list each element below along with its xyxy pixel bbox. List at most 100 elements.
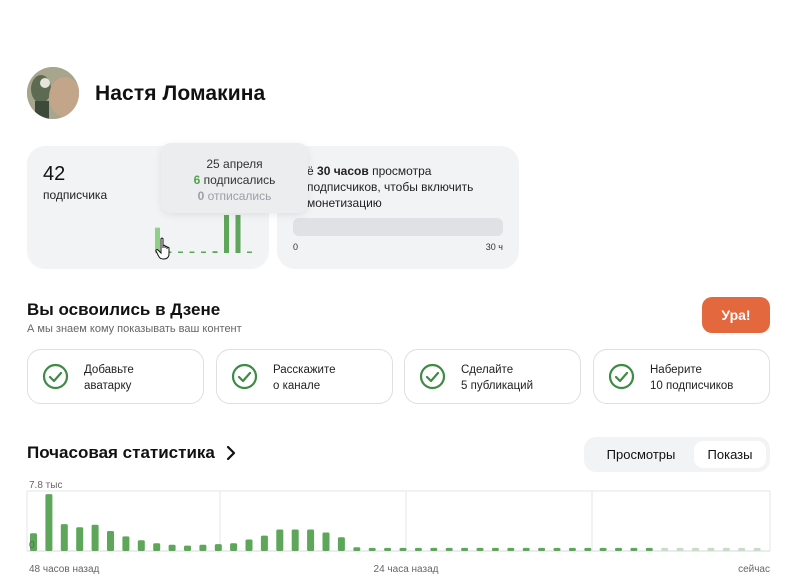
onboarding-title: Вы освоились в Дзене [27,300,221,319]
tooltip-unsubscribed: 0 отписались [161,188,308,204]
check-circle-icon [608,363,635,390]
chart-bar [738,547,746,551]
task-label-line2: 5 публикаций [461,380,534,392]
task-describe-channel[interactable]: Расскажите о канале [216,349,393,404]
x-axis-label: 48 часов назад [29,564,100,575]
task-five-publications[interactable]: Сделайте 5 публикаций [404,349,581,404]
tab-impressions[interactable]: Показы [694,441,766,468]
chart-bar [461,547,469,551]
subscribers-label: подписчика [43,188,108,202]
chart-tooltip: 25 апреля 6 подписались 0 отписались [161,143,308,213]
chart-bar [584,547,592,551]
chevron-right-icon[interactable] [224,445,238,461]
task-label-line1: Добавьте [84,364,134,376]
chart-bar [507,547,515,551]
chart-bar [538,547,546,551]
chart-bar [599,547,607,551]
check-circle-icon [42,363,69,390]
chart-bar [414,547,422,551]
mini-chart-bar [178,251,183,253]
tooltip-unsubscribed-text: отписались [207,189,272,203]
avatar[interactable] [27,67,79,119]
chart-bar [199,544,207,551]
chart-bar [630,547,638,551]
tab-views[interactable]: Просмотры [590,441,692,468]
check-circle-icon [231,363,258,390]
mini-chart-bar [235,215,241,253]
task-label-line2: о канале [273,380,321,392]
chart-bar [184,545,191,551]
hourly-bar-chart[interactable]: 7.8 тыс 0 48 часов назад 24 часа назад сейча… [0,476,800,583]
mini-chart-bar [224,215,229,253]
chart-bar [445,547,453,551]
tooltip-unsubscribed-count: 0 [197,189,205,203]
chart-bar [615,547,622,551]
task-ten-subscribers[interactable]: Наберите 10 подписчиков [593,349,770,404]
task-label-line2: аватарку [84,380,132,392]
tooltip-date: 25 апреля [206,157,263,171]
task-label: Наберите 10 подписчиков [650,362,765,394]
chart-bar [368,547,376,551]
task-label-line1: Расскажите [273,364,336,376]
y-axis-min-label: 0 [29,540,35,551]
chart-bar [645,547,653,551]
chart-bar [568,547,576,551]
chart-bar [353,547,361,551]
mini-chart-bar [201,251,206,253]
progress-min-label: 0 [293,242,299,252]
tooltip-subscribed-count: 6 [193,173,201,187]
chart-bar [553,547,561,551]
chart-bar [122,536,130,551]
x-axis-label: сейчас [738,564,770,575]
chart-bar [322,532,330,551]
chart-bar [291,529,299,551]
mini-chart-bar [212,251,218,253]
chart-bar [384,547,392,551]
chart-bar [45,494,53,551]
monetization-text-prefix: ё [307,164,314,178]
hourly-stats-title[interactable]: Почасовая статистика [27,443,215,463]
chart-bar [337,537,345,551]
chart-bar [722,547,730,551]
chart-bar [91,524,99,551]
user-name[interactable]: Настя Ломакина [95,82,265,106]
task-label-line1: Сделайте [461,364,514,376]
mini-chart-bar [247,251,252,253]
chart-bar [260,535,268,551]
chart-bar [491,547,499,551]
tooltip-subscribed-text: подписались [203,173,276,187]
y-axis-max-label: 7.8 тыс [29,480,62,491]
monetization-hours: 30 часов [317,164,369,178]
hooray-button[interactable]: Ура! [702,297,770,333]
tooltip-subscribed: 6 подписались [161,172,308,188]
hand-cursor-icon [155,237,170,260]
chart-bar [230,543,238,551]
task-label-line2: 10 подписчиков [650,380,734,392]
chart-bar [661,547,669,551]
chart-bar [476,547,484,551]
chart-bar [430,547,438,551]
chart-bar [522,547,530,551]
task-add-avatar[interactable]: Добавьте аватарку [27,349,204,404]
subscribers-count: 42 [43,163,66,185]
chart-bar [76,527,84,551]
task-label: Добавьте аватарку [84,362,199,394]
chart-bar [676,547,684,551]
chart-bar [214,544,222,551]
mini-chart-bar [189,251,195,253]
task-label: Сделайте 5 публикаций [461,362,576,394]
monetization-text: ё 30 часов просмотра подписчиков, чтобы … [307,163,507,211]
monetization-card[interactable]: ё 30 часов просмотра подписчиков, чтобы … [277,146,519,269]
chart-bar [753,547,761,551]
progress-max-label: 30 ч [485,242,503,252]
chart-bar [168,544,176,551]
chart-bar [245,539,253,551]
zen-studio-page: Настя Ломакина 42 подписчика ё 30 часов … [0,0,800,583]
chart-bar [276,529,284,551]
chart-bar [307,529,315,551]
check-circle-icon [419,363,446,390]
x-axis-label: 24 часа назад [374,564,439,575]
chart-bar [137,540,145,551]
chart-bar [60,524,68,551]
chart-bar [107,531,114,551]
